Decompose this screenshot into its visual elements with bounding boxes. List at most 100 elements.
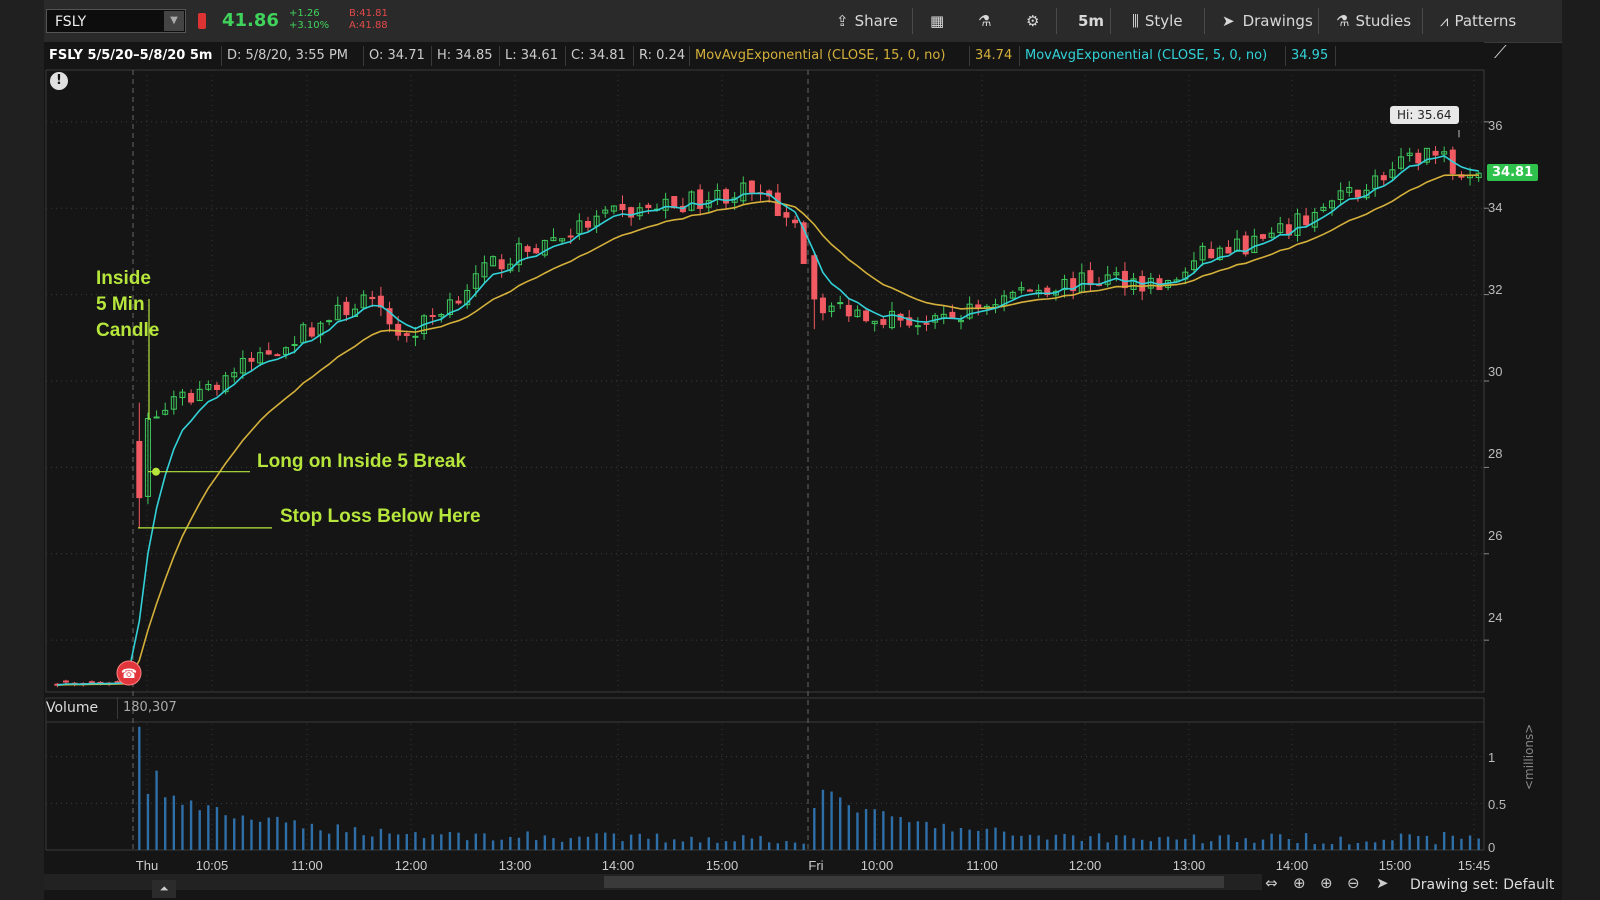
- volume-bar: [1296, 843, 1299, 850]
- scrollbar-thumb[interactable]: [604, 876, 1224, 888]
- volume-bar: [1097, 833, 1101, 850]
- candle-body: [62, 680, 69, 683]
- volume-bar: [1253, 842, 1256, 850]
- volume-bar: [310, 823, 314, 850]
- volume-bar: [181, 804, 184, 850]
- candle-body: [811, 255, 818, 300]
- candle-body: [153, 416, 160, 419]
- volume-bar: [664, 842, 667, 850]
- volume-bar: [994, 827, 997, 850]
- candle-body: [213, 384, 220, 390]
- volume-bar: [379, 828, 383, 850]
- volume-bar: [1330, 844, 1334, 850]
- candle-body: [455, 300, 462, 304]
- candle-body: [308, 327, 315, 337]
- pointer-icon[interactable]: ➤: [1376, 874, 1389, 892]
- volume-bar: [353, 827, 357, 850]
- volume-bar: [267, 817, 270, 850]
- volume-bar: [1339, 836, 1342, 850]
- volume-bar: [1201, 843, 1204, 850]
- volume-bar: [1261, 839, 1265, 850]
- volume-bar: [1132, 838, 1135, 850]
- volume-bar: [198, 810, 201, 850]
- x-tick: 15:00: [1378, 858, 1412, 873]
- candle-body: [584, 221, 591, 228]
- x-tick: 11:00: [966, 858, 998, 873]
- trading-app: FSLY ▼ 41.86 +1.26 +3.10% B:41.81 A:41.8…: [0, 0, 1600, 900]
- volume-bar: [612, 833, 616, 850]
- volume-bar: [241, 815, 245, 850]
- volume-bar: [1192, 834, 1196, 850]
- price-chart[interactable]: ☎: [0, 0, 1600, 900]
- candle-body: [671, 196, 678, 209]
- candle-body: [403, 333, 410, 336]
- x-tick: 12:00: [1068, 858, 1102, 873]
- candle-body: [1087, 270, 1094, 286]
- volume-bar: [1028, 834, 1032, 850]
- y-tick: 28: [1488, 446, 1503, 461]
- annotation-inside-candle: Inside 5 Min Candle: [96, 268, 160, 341]
- volume-bar: [233, 818, 236, 850]
- volume-bar: [1434, 844, 1437, 850]
- candle-body: [136, 440, 143, 499]
- volume-bar: [1408, 834, 1411, 850]
- candle-body: [274, 354, 281, 357]
- volume-bar: [847, 805, 851, 850]
- volume-bar: [655, 833, 659, 850]
- volume-bar: [1089, 836, 1092, 850]
- volume-bar: [873, 809, 876, 850]
- volume-bar: [1399, 833, 1403, 850]
- candle-body: [291, 344, 298, 347]
- volume-bar: [1011, 835, 1014, 850]
- x-tick: 13:00: [1172, 858, 1206, 873]
- volume-bar: [345, 832, 348, 850]
- volume-bar: [1442, 831, 1446, 850]
- volume-bar: [405, 834, 408, 850]
- volume-bar: [813, 808, 816, 850]
- volume-bar: [517, 837, 521, 850]
- alert-icon[interactable]: !: [50, 72, 68, 90]
- candle-body: [1303, 215, 1310, 226]
- candle-body: [1225, 246, 1232, 254]
- y-tick: 30: [1488, 364, 1503, 379]
- volume-bar: [569, 838, 572, 850]
- volume-bar: [951, 831, 954, 850]
- volume-bar: [638, 833, 641, 850]
- zoom-in-icon[interactable]: ⊕: [1320, 874, 1333, 892]
- volume-bar: [1270, 833, 1273, 850]
- volume-bar: [1175, 839, 1178, 850]
- volume-bar: [422, 838, 426, 850]
- y-tick: 36: [1488, 118, 1503, 133]
- zoom-out-icon[interactable]: ⊖: [1347, 874, 1360, 892]
- volume-bar: [474, 833, 478, 850]
- candle-body: [567, 235, 574, 238]
- volume-bar: [1149, 841, 1153, 850]
- expand-pane-icon[interactable]: ⏶: [152, 880, 176, 898]
- volume-bar: [224, 815, 227, 850]
- volume-bar: [448, 832, 452, 850]
- pan-icon[interactable]: ⇔: [1265, 874, 1278, 892]
- drawing-set-label[interactable]: Drawing set: Default: [1410, 877, 1554, 893]
- volume-bar: [440, 834, 443, 850]
- volume-bar: [1425, 835, 1429, 850]
- volume-bar: [431, 834, 434, 850]
- candle-body: [429, 315, 436, 318]
- volume-bar: [155, 770, 158, 850]
- x-tick: 11:00: [291, 858, 323, 873]
- horizontal-scrollbar[interactable]: [44, 874, 1262, 890]
- volume-bar: [1046, 839, 1049, 850]
- volume-y-tick: 1: [1488, 750, 1496, 765]
- volume-bar: [899, 817, 902, 850]
- volume-bar: [1477, 838, 1480, 850]
- volume-bar: [371, 836, 374, 850]
- x-tick: 14:00: [1275, 858, 1309, 873]
- volume-bar: [526, 831, 529, 850]
- volume-bar: [1391, 840, 1394, 850]
- volume-bar: [856, 812, 859, 850]
- volume-bar: [716, 842, 719, 850]
- volume-bar: [163, 797, 167, 850]
- volume-bar: [1123, 835, 1127, 850]
- volume-bar: [724, 841, 728, 850]
- volume-bar: [284, 822, 288, 850]
- crosshair-icon[interactable]: ⊕: [1293, 874, 1306, 892]
